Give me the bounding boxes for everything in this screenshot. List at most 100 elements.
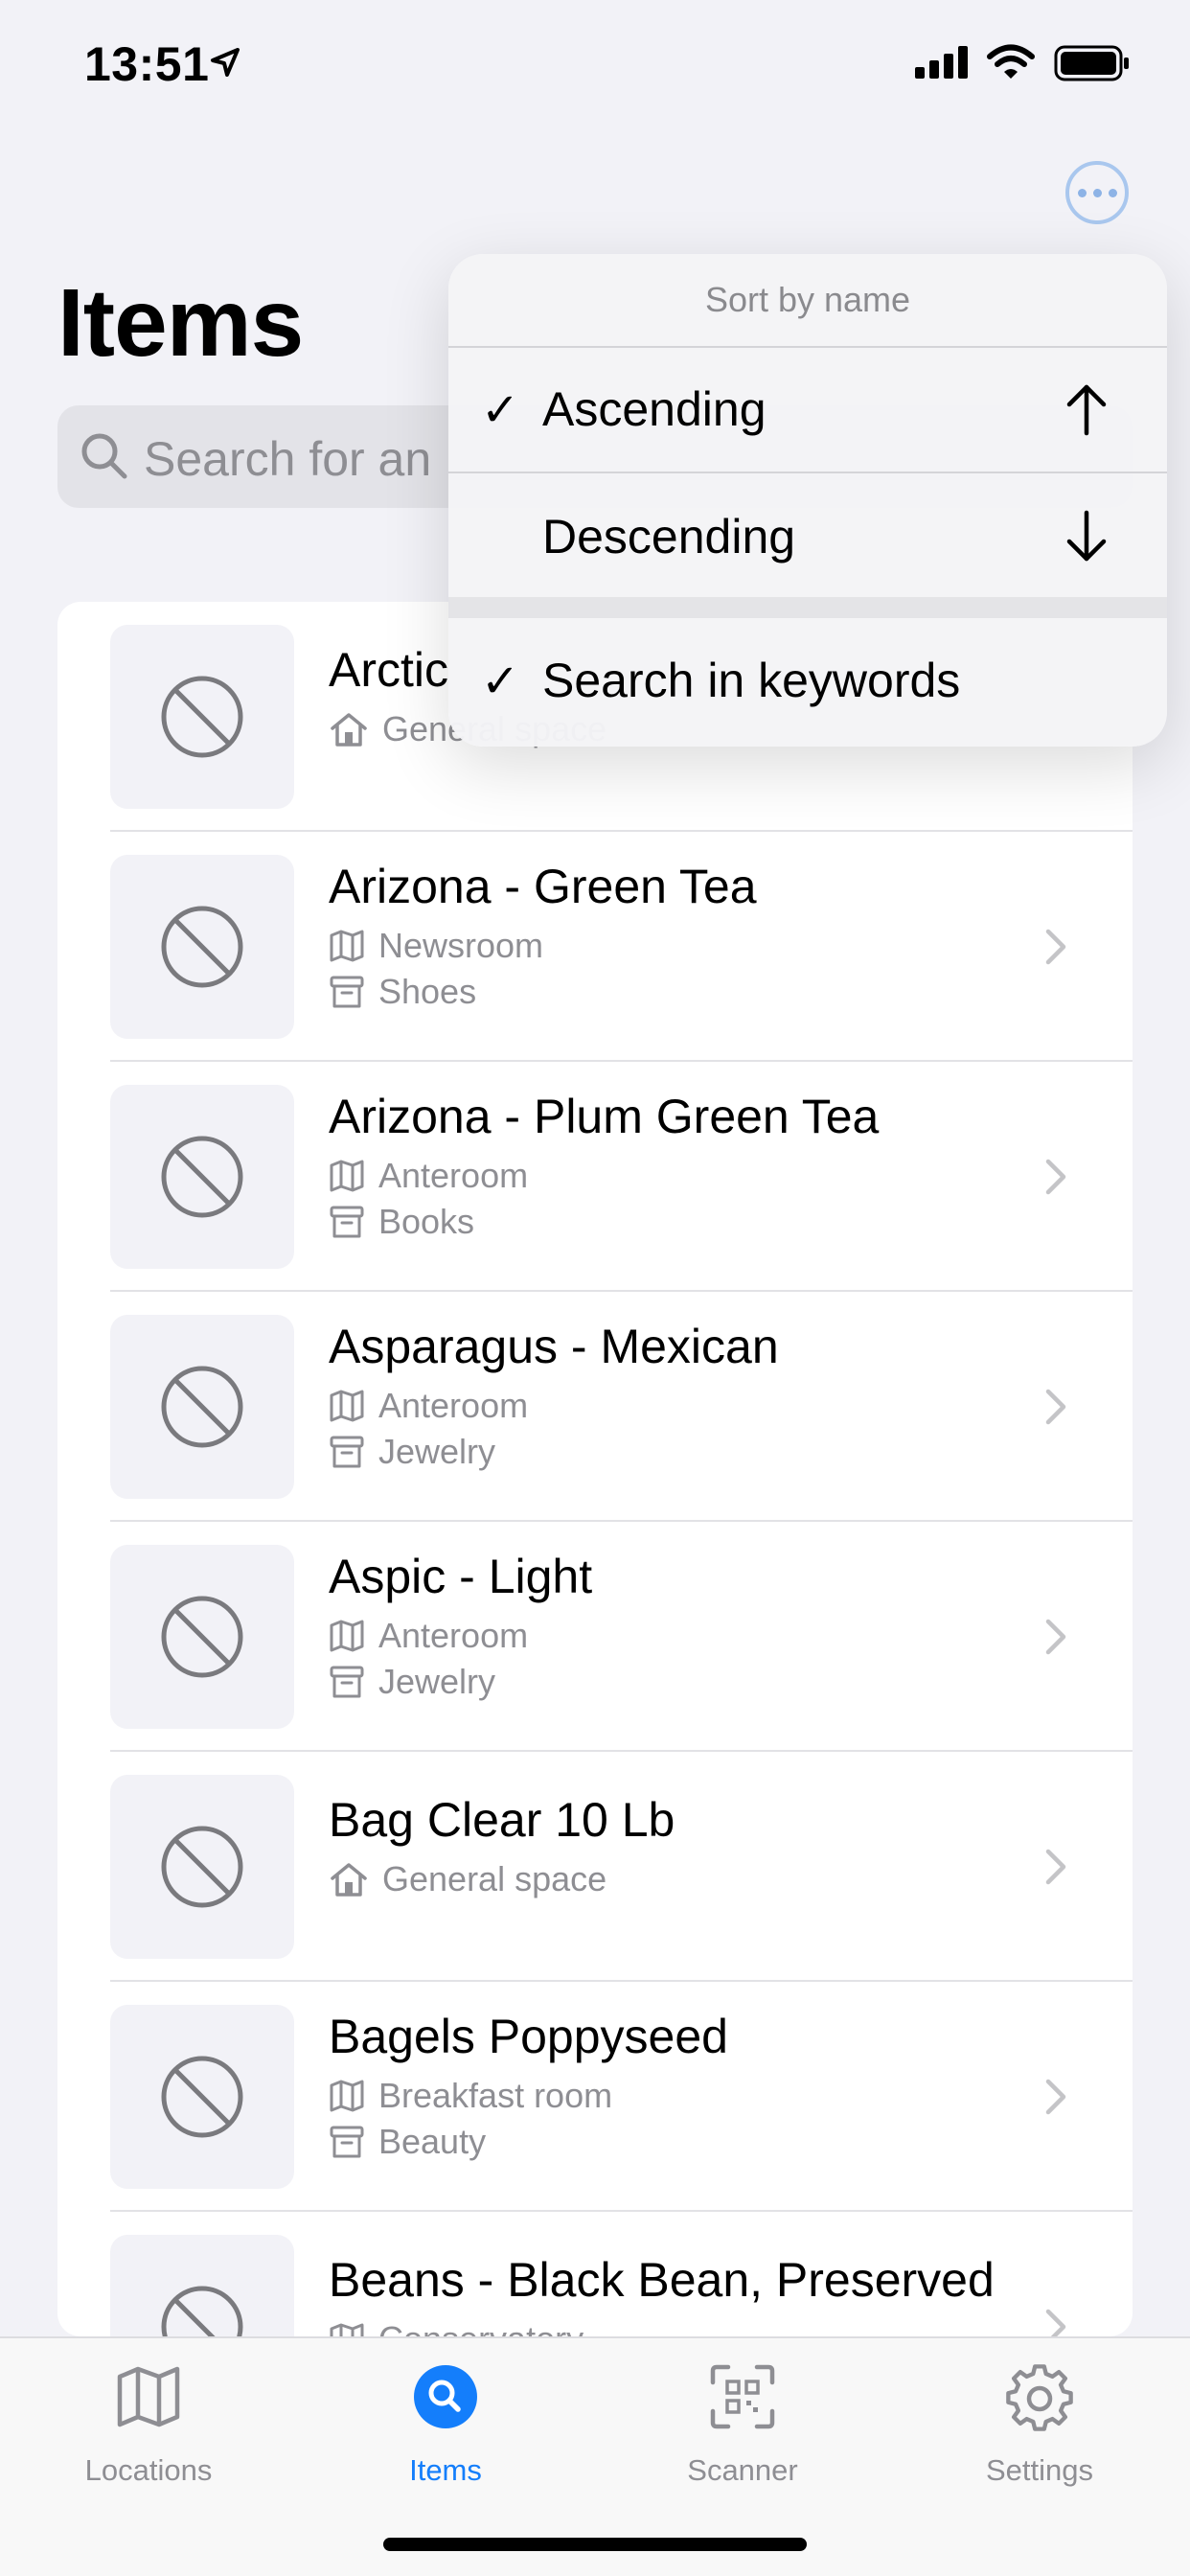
- map-icon: [330, 1160, 364, 1192]
- no-image-icon: [161, 2286, 243, 2336]
- list-item[interactable]: Bag Clear 10 Lb General space: [57, 1752, 1133, 1982]
- item-detail: Anteroom: [329, 1616, 528, 1656]
- house-icon: [331, 1863, 367, 1897]
- map-icon: [330, 2080, 364, 2112]
- menu-item-label: Descending: [542, 510, 796, 564]
- list-item[interactable]: Arizona - Green Tea Newsroom Shoes: [57, 832, 1133, 1062]
- menu-item-label: Ascending: [542, 382, 767, 436]
- box-icon: [330, 976, 364, 1008]
- map-icon: [330, 1620, 364, 1652]
- checkmark-icon: ✓: [481, 385, 520, 436]
- chevron-right-icon: [1045, 1849, 1066, 1885]
- list-item[interactable]: Arizona - Plum Green Tea Anteroom Books: [57, 1062, 1133, 1292]
- ellipsis-circle-icon: [1077, 188, 1087, 197]
- item-detail-text: Jewelry: [378, 1432, 496, 1471]
- thumbnail: [110, 1085, 294, 1269]
- location-arrow-icon: [211, 48, 240, 77]
- status-time: 13:51: [84, 37, 210, 91]
- menu-item-label: Search in keywords: [542, 654, 961, 707]
- item-name: Beans - Black Bean, Preserved: [329, 2253, 995, 2307]
- tab-label: Locations: [84, 2453, 213, 2487]
- tab-locations[interactable]: Locations: [0, 2338, 297, 2511]
- item-detail: Breakfast room: [329, 2076, 612, 2116]
- box-icon: [330, 2126, 364, 2158]
- wifi-icon: [987, 44, 1035, 79]
- item-detail: Conservatory: [329, 2319, 584, 2336]
- item-detail: Anteroom: [329, 1156, 528, 1196]
- tab-items[interactable]: Items: [297, 2338, 594, 2511]
- checkmark-icon: ✓: [481, 656, 520, 707]
- item-detail-text: Anteroom: [378, 1156, 529, 1195]
- item-detail: Anteroom: [329, 1386, 528, 1426]
- chevron-right-icon: [1045, 1159, 1066, 1195]
- list-item[interactable]: Beans - Black Bean, Preserved Conservator…: [57, 2212, 1133, 2336]
- battery-icon: [1054, 45, 1129, 81]
- item-name: Arizona - Green Tea: [329, 860, 757, 913]
- tab-scanner[interactable]: Scanner: [594, 2338, 891, 2511]
- sort-menu: Sort by name ✓ Ascending Descending ✓ Se…: [448, 254, 1167, 747]
- map-icon: [330, 1390, 364, 1422]
- item-name: Bagels Poppyseed: [329, 2010, 728, 2063]
- item-detail: Books: [329, 1202, 474, 1242]
- item-detail-text: Books: [378, 1202, 475, 1241]
- map-icon: [117, 2366, 180, 2427]
- tab-label: Settings: [985, 2453, 1093, 2487]
- sort-menu-title: Sort by name: [704, 280, 911, 319]
- item-detail-text: Conservatory: [378, 2319, 584, 2336]
- item-detail-text: General space: [382, 1859, 607, 1898]
- item-detail-text: Beauty: [378, 2122, 487, 2161]
- menu-item-ascending[interactable]: ✓ Ascending: [448, 347, 1167, 472]
- arrow-down-icon: [1066, 510, 1107, 562]
- no-image-icon: [161, 1136, 243, 1218]
- item-name: Arizona - Plum Green Tea: [329, 1090, 880, 1143]
- more-options-button[interactable]: [1065, 161, 1129, 224]
- house-icon: [331, 713, 367, 747]
- no-image-icon: [161, 1366, 243, 1448]
- menu-item-descending[interactable]: Descending: [448, 472, 1167, 597]
- menu-section-gap: [448, 597, 1167, 618]
- menu-item-search-keywords[interactable]: ✓ Search in keywords: [448, 618, 1167, 747]
- home-indicator: [383, 2538, 807, 2551]
- thumbnail: [110, 855, 294, 1039]
- tab-label: Scanner: [687, 2453, 798, 2487]
- box-icon: [330, 1436, 364, 1468]
- no-image-icon: [161, 906, 243, 988]
- list-item[interactable]: Aspic - Light Anteroom Jewelry: [57, 1522, 1133, 1752]
- tab-label: Items: [409, 2453, 482, 2487]
- thumbnail: [110, 625, 294, 809]
- no-image-icon: [161, 1596, 243, 1678]
- cellular-signal-icon: [915, 46, 968, 79]
- box-icon: [330, 1666, 364, 1698]
- no-image-icon: [161, 2056, 243, 2138]
- thumbnail: [110, 1545, 294, 1729]
- map-icon: [330, 2323, 364, 2336]
- item-detail-text: Breakfast room: [378, 2076, 613, 2115]
- page-title: Items: [57, 269, 304, 377]
- chevron-right-icon: [1045, 1619, 1066, 1655]
- thumbnail: [110, 2235, 294, 2336]
- chevron-right-icon: [1045, 2079, 1066, 2115]
- box-icon: [330, 1206, 364, 1238]
- chevron-right-icon: [1045, 929, 1066, 965]
- item-detail-text: Anteroom: [378, 1616, 529, 1655]
- item-detail: Beauty: [329, 2122, 486, 2162]
- qr-scanner-icon: [710, 2364, 775, 2429]
- thumbnail: [110, 2005, 294, 2189]
- search-placeholder: Search for an: [144, 432, 432, 486]
- chevron-right-icon: [1045, 2309, 1066, 2336]
- status-bar: 13:51: [0, 0, 1190, 129]
- item-detail-text: Shoes: [378, 972, 477, 1011]
- no-image-icon: [161, 676, 243, 758]
- item-detail: Jewelry: [329, 1662, 495, 1702]
- list-item[interactable]: Asparagus - Mexican Anteroom Jewelry: [57, 1292, 1133, 1522]
- item-detail: Shoes: [329, 972, 476, 1012]
- item-detail: Jewelry: [329, 1432, 495, 1472]
- chevron-right-icon: [1045, 1389, 1066, 1425]
- thumbnail: [110, 1315, 294, 1499]
- no-image-icon: [161, 1826, 243, 1908]
- tab-settings[interactable]: Settings: [891, 2338, 1188, 2511]
- list-item[interactable]: Bagels Poppyseed Breakfast room Beauty: [57, 1982, 1133, 2212]
- item-detail-text: Jewelry: [378, 1662, 496, 1701]
- thumbnail: [110, 1775, 294, 1959]
- map-icon: [330, 930, 364, 962]
